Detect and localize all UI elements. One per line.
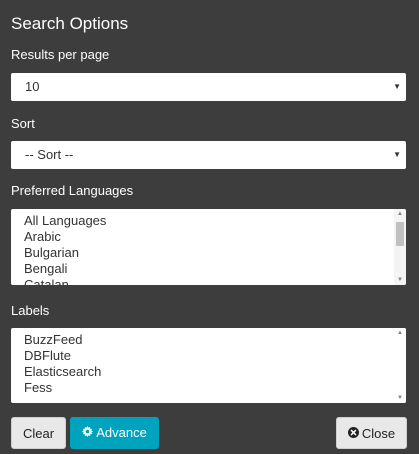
list-item[interactable]: Fess <box>24 380 101 396</box>
sort-select[interactable]: -- Sort -- ▼ <box>11 141 406 169</box>
close-circle-icon <box>347 418 359 450</box>
preferred-languages-label: Preferred Languages <box>11 183 134 198</box>
results-per-page-label: Results per page <box>11 47 110 62</box>
results-per-page-value: 10 <box>25 79 40 94</box>
scroll-up-icon[interactable]: ▲ <box>394 330 406 336</box>
list-item[interactable]: All Languages <box>24 213 106 229</box>
caret-down-icon: ▼ <box>393 82 401 91</box>
scroll-down-icon[interactable]: ▼ <box>394 395 406 401</box>
labels-label: Labels <box>11 303 50 318</box>
list-item[interactable]: Elasticsearch <box>24 364 101 380</box>
advance-button[interactable]: Advance <box>70 417 159 449</box>
close-button-label: Close <box>361 426 396 441</box>
caret-down-icon: ▼ <box>393 150 401 159</box>
gear-icon <box>82 417 94 449</box>
scrollbar-thumb[interactable] <box>396 222 404 246</box>
scroll-up-icon[interactable]: ▲ <box>394 211 406 217</box>
clear-button[interactable]: Clear <box>11 417 66 449</box>
close-button[interactable]: Close <box>336 417 407 449</box>
preferred-languages-listbox[interactable]: All Languages Arabic Bulgarian Bengali C… <box>11 209 406 285</box>
list-item[interactable]: Bulgarian <box>24 245 106 261</box>
list-item[interactable]: BuzzFeed <box>24 332 101 348</box>
sort-value: -- Sort -- <box>25 147 74 162</box>
search-options-panel: Search Options Results per page 10 ▼ Sor… <box>0 0 419 454</box>
sort-label: Sort <box>11 116 35 131</box>
list-item[interactable]: DBFlute <box>24 348 101 364</box>
scroll-down-icon[interactable]: ▼ <box>394 277 406 283</box>
list-item[interactable]: Catalan <box>24 277 106 285</box>
labels-scrollbar[interactable]: ▲ ▼ <box>394 328 406 403</box>
clear-button-label: Clear <box>22 426 55 441</box>
panel-title: Search Options <box>11 14 129 33</box>
list-item[interactable]: Arabic <box>24 229 106 245</box>
advance-button-label: Advance <box>96 425 147 440</box>
languages-scrollbar[interactable]: ▲ ▼ <box>394 209 406 285</box>
labels-listbox[interactable]: BuzzFeed DBFlute Elasticsearch Fess ▲ ▼ <box>11 328 406 403</box>
list-item[interactable]: Bengali <box>24 261 106 277</box>
results-per-page-select[interactable]: 10 ▼ <box>11 73 406 101</box>
